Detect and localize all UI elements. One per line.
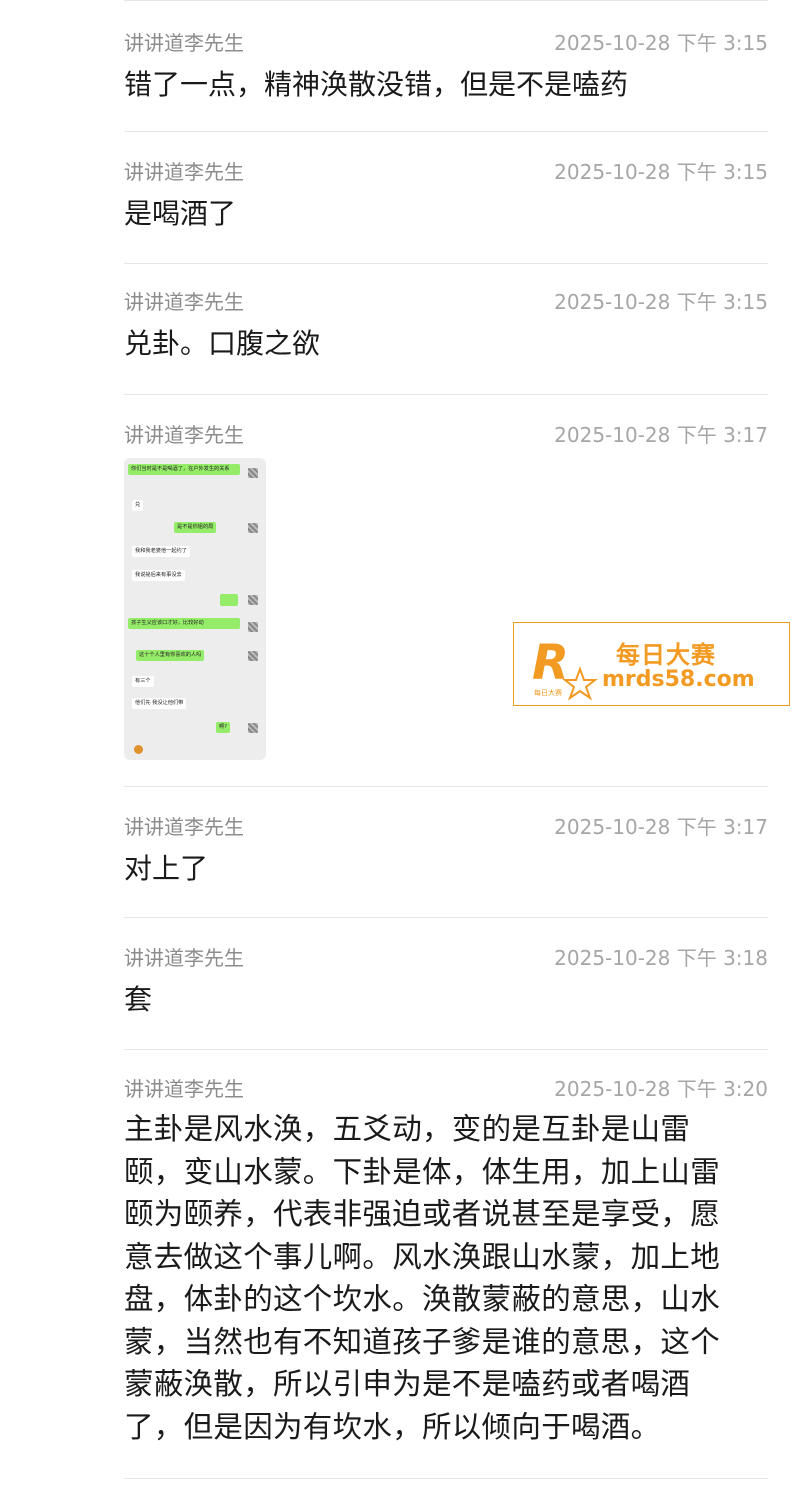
- blurred-avatar-icon: [248, 622, 258, 632]
- sender-name: 讲讲道李先生: [124, 31, 244, 55]
- watermark-banner: R 每日大赛 每日大赛 mrds58.com: [513, 622, 790, 706]
- message-item[interactable]: 讲讲道李先生 2025-10-28 下午 3:15 错了一点，精神涣散没错，但是…: [124, 28, 768, 105]
- chat-bubble: 我和我老婆他一起约了: [132, 546, 190, 557]
- chat-bubble: 啊?: [216, 722, 230, 733]
- blurred-avatar-icon: [248, 595, 258, 605]
- message-line: 盘，体卦的这个坎水。涣散蒙蔽的意思，山水: [124, 1282, 721, 1316]
- chat-bubble: [220, 594, 238, 606]
- message-text: 套: [124, 983, 153, 1016]
- message-item[interactable]: 讲讲道李先生 2025-10-28 下午 3:18 套: [124, 943, 768, 1020]
- sender-name: 讲讲道李先生: [124, 160, 244, 184]
- message-time: 2025-10-28 下午 3:17: [554, 423, 768, 447]
- brand-logo-icon: R 每日大赛: [532, 635, 598, 701]
- message-line: 颐为颐养，代表非强迫或者说甚至是享受，愿: [124, 1197, 721, 1231]
- message-time: 2025-10-28 下午 3:20: [554, 1077, 768, 1101]
- divider: [124, 131, 768, 132]
- message-item[interactable]: 讲讲道李先生 2025-10-28 下午 3:15 是喝酒了: [124, 157, 768, 234]
- message-line: 蒙蔽涣散，所以引申为是不是嗑药或者喝酒: [124, 1367, 691, 1401]
- message-item[interactable]: 讲讲道李先生 2025-10-28 下午 3:17 对上了: [124, 812, 768, 889]
- message-line: 了，但是因为有坎水，所以倾向于喝酒。: [124, 1409, 661, 1444]
- message-item[interactable]: 讲讲道李先生 2025-10-28 下午 3:20 主卦是风水涣，五爻动，变的是…: [124, 1074, 768, 1448]
- chat-screenshot-thumbnail[interactable]: 你们当时是不是喝酒了，在户外发生的关系 兑 是不是你姐的局 我和我老婆他一起约了…: [124, 458, 266, 760]
- emoji-icon: [134, 745, 143, 754]
- chat-bubble: 兑: [132, 500, 144, 511]
- divider: [124, 394, 768, 395]
- message-time: 2025-10-28 下午 3:15: [554, 290, 768, 314]
- message-line: 意去做这个事儿啊。风水涣跟山水蒙，加上地: [124, 1239, 721, 1274]
- blurred-avatar-icon: [248, 651, 258, 661]
- message-line: 主卦是风水涣，五爻动，变的是互卦是山雷: [124, 1112, 691, 1146]
- message-time: 2025-10-28 下午 3:15: [554, 160, 768, 184]
- svg-text:R: R: [532, 635, 569, 691]
- message-item[interactable]: 讲讲道李先生 2025-10-28 下午 3:15 兑卦。口腹之欲: [124, 287, 768, 364]
- sender-name: 讲讲道李先生: [124, 1077, 244, 1101]
- sender-name: 讲讲道李先生: [124, 290, 244, 314]
- chat-bubble: 他们先 我没让他们带: [132, 698, 187, 709]
- chat-bubble: 有三个: [132, 676, 154, 687]
- sender-name: 讲讲道李先生: [124, 815, 244, 839]
- message-time: 2025-10-28 下午 3:15: [554, 31, 768, 55]
- chat-bubble: 你们当时是不是喝酒了，在户外发生的关系: [128, 464, 240, 475]
- chat-bubble: 是不是你姐的局: [174, 522, 217, 533]
- message-time: 2025-10-28 下午 3:17: [554, 815, 768, 839]
- message-text: 是喝酒了: [124, 197, 237, 230]
- message-line: 颐，变山水蒙。下卦是体，体生用，加上山雷: [124, 1154, 721, 1189]
- sender-name: 讲讲道李先生: [124, 946, 244, 970]
- top-divider: [124, 0, 768, 1]
- divider: [124, 1478, 768, 1479]
- message-text: 错了一点，精神涣散没错，但是不是嗑药: [124, 68, 629, 101]
- message-text: 对上了: [124, 852, 209, 885]
- message-text: 主卦是风水涣，五爻动，变的是互卦是山雷 颐，变山水蒙。下卦是体，体生用，加上山雷…: [124, 1108, 768, 1448]
- chat-bubble: 孩子生父应该口才好，比较好动: [128, 618, 240, 629]
- divider: [124, 1049, 768, 1050]
- svg-text:每日大赛: 每日大赛: [534, 688, 562, 697]
- divider: [124, 263, 768, 264]
- watermark-title: 每日大赛: [616, 641, 716, 669]
- chat-bubble: 我说祕后来有事没去: [132, 570, 185, 581]
- message-line: 蒙，当然也有不知道孩子爹是谁的意思，这个: [124, 1324, 721, 1359]
- watermark-url: mrds58.com: [602, 667, 755, 692]
- blurred-avatar-icon: [248, 523, 258, 533]
- blurred-avatar-icon: [248, 468, 258, 478]
- message-time: 2025-10-28 下午 3:18: [554, 946, 768, 970]
- sender-name: 讲讲道李先生: [124, 423, 244, 447]
- divider: [124, 786, 768, 787]
- message-item[interactable]: 讲讲道李先生 2025-10-28 下午 3:17: [124, 420, 768, 450]
- blurred-avatar-icon: [248, 723, 258, 733]
- chat-bubble: 这十个人里有你喜欢的人吗: [136, 650, 205, 661]
- divider: [124, 917, 768, 918]
- message-text: 兑卦。口腹之欲: [124, 327, 321, 360]
